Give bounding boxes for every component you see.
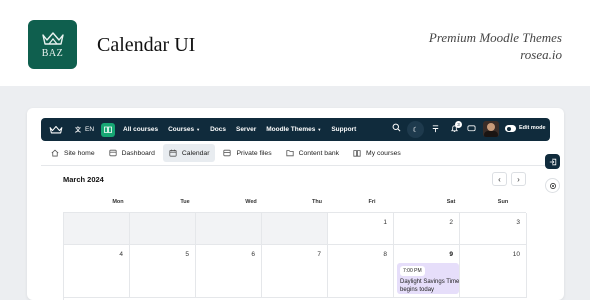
tab-private-files-label: Private files: [236, 149, 272, 157]
brand-logo: BAZ: [28, 20, 77, 69]
book-open-icon: [353, 149, 361, 157]
page-title: Calendar UI: [97, 34, 196, 56]
chevron-right-icon: ›: [517, 174, 520, 184]
translate-icon: 文: [75, 128, 82, 134]
day-number: 4: [119, 251, 123, 258]
day-number: 2: [449, 219, 453, 226]
event-title: Daylight Savings Time begins today: [400, 279, 460, 293]
drawer-toggle-button[interactable]: [545, 154, 560, 169]
logo-text: BAZ: [41, 47, 64, 59]
day-number: 3: [516, 219, 520, 226]
weekday-header: Tue: [180, 199, 190, 205]
tab-private-files[interactable]: Private files: [217, 144, 277, 162]
day-number: 5: [185, 251, 189, 258]
calendar-day[interactable]: 6: [196, 245, 262, 298]
day-number: 8: [383, 251, 387, 258]
day-number: 7: [317, 251, 321, 258]
tab-dashboard[interactable]: Dashboard: [103, 144, 161, 162]
nav-server[interactable]: Server: [236, 126, 256, 133]
language-label: EN: [85, 126, 95, 133]
calendar-day[interactable]: 4: [64, 245, 130, 298]
nav-courses-label: Courses: [168, 126, 195, 133]
calendar-day[interactable]: 8: [328, 245, 394, 298]
day-number: 6: [251, 251, 255, 258]
calendar-day[interactable]: 3: [460, 213, 527, 245]
calendar-day-empty: [262, 213, 328, 245]
next-month-button[interactable]: ›: [511, 172, 526, 186]
top-navbar: 文 EN All courses Courses ▼ Docs Server Mo…: [41, 118, 550, 141]
chevron-down-icon: ▼: [196, 127, 201, 132]
folder-icon: [286, 149, 294, 157]
avatar[interactable]: [483, 121, 499, 137]
calendar-icon: [169, 149, 177, 157]
edit-mode-toggle[interactable]: [505, 125, 516, 132]
nav-all-courses[interactable]: All courses: [123, 126, 158, 133]
book-icon: [104, 126, 112, 133]
tagline: Premium Moodle Themes: [428, 30, 562, 45]
search-icon[interactable]: [392, 123, 401, 132]
secondary-nav: Site home Dashboard Calendar Private fil…: [41, 144, 409, 162]
files-icon: [223, 149, 232, 157]
hero-banner: BAZ Calendar UI Premium Moodle Themes ro…: [0, 0, 590, 86]
notification-badge: 3: [455, 121, 462, 128]
gear-icon: [549, 182, 556, 189]
tab-my-courses[interactable]: My courses: [347, 144, 407, 162]
nav-docs[interactable]: Docs: [210, 126, 226, 133]
month-label: March 2024: [63, 175, 104, 184]
calendar-event[interactable]: 7:00 PM Daylight Savings Time begins tod…: [397, 263, 459, 294]
site-link[interactable]: rosea.io: [520, 47, 562, 63]
tab-site-home-label: Site home: [64, 149, 95, 157]
event-time: 7:00 PM: [400, 266, 425, 276]
chevron-left-icon: ‹: [498, 174, 501, 184]
tab-calendar-label: Calendar: [181, 149, 210, 157]
dark-mode-toggle[interactable]: ☾: [407, 121, 424, 138]
calendar-day-empty: [130, 213, 196, 245]
day-number: 1: [383, 219, 387, 226]
calendar-day[interactable]: 5: [130, 245, 196, 298]
palette-icon[interactable]: [431, 124, 440, 133]
weekday-header: Sun: [497, 199, 509, 205]
dashboard-icon: [109, 149, 117, 157]
settings-button[interactable]: [545, 178, 560, 193]
weekday-header: Wed: [245, 199, 257, 205]
nav-moodle-themes[interactable]: Moodle Themes ▼: [266, 126, 321, 133]
language-selector[interactable]: 文 EN: [75, 125, 94, 134]
nav-courses[interactable]: Courses ▼: [168, 126, 200, 133]
book-button[interactable]: [101, 122, 116, 137]
calendar-day-empty: [64, 213, 130, 245]
day-number: 9: [449, 251, 453, 258]
tab-calendar[interactable]: Calendar: [162, 144, 216, 162]
crown-logo-icon[interactable]: [49, 125, 63, 135]
nav-support[interactable]: Support: [331, 126, 356, 133]
chat-icon[interactable]: [467, 124, 476, 133]
tab-dashboard-label: Dashboard: [121, 149, 155, 157]
chevron-down-icon: ▼: [317, 127, 322, 132]
calendar-day-today[interactable]: 9 7:00 PM Daylight Savings Time begins t…: [394, 245, 460, 298]
tab-site-home[interactable]: Site home: [45, 144, 101, 162]
day-number: 10: [512, 251, 520, 258]
nav-moodle-themes-label: Moodle Themes: [266, 126, 316, 133]
calendar-day[interactable]: 7: [262, 245, 328, 298]
tab-my-courses-label: My courses: [366, 149, 401, 157]
home-icon: [51, 149, 59, 157]
tab-content-bank[interactable]: Content bank: [280, 144, 345, 162]
previous-month-button[interactable]: ‹: [492, 172, 507, 186]
sidebar-open-icon: [549, 158, 556, 165]
calendar-grid: 1 2 3 4 5 6 7 8 9 7:00 PM Daylight Savin…: [63, 212, 527, 300]
tab-content-bank-label: Content bank: [298, 149, 340, 157]
crown-icon: [41, 31, 64, 45]
weekday-header: Mon: [112, 199, 124, 205]
weekday-header: Fri: [368, 199, 376, 205]
edit-mode-label: Edit mode: [519, 125, 546, 131]
calendar-day[interactable]: 2: [394, 213, 460, 245]
calendar-day[interactable]: 10: [460, 245, 527, 298]
moon-icon: ☾: [412, 126, 419, 134]
calendar-day[interactable]: 1: [328, 213, 394, 245]
nav-divider: [41, 165, 550, 166]
calendar-day-empty: [196, 213, 262, 245]
